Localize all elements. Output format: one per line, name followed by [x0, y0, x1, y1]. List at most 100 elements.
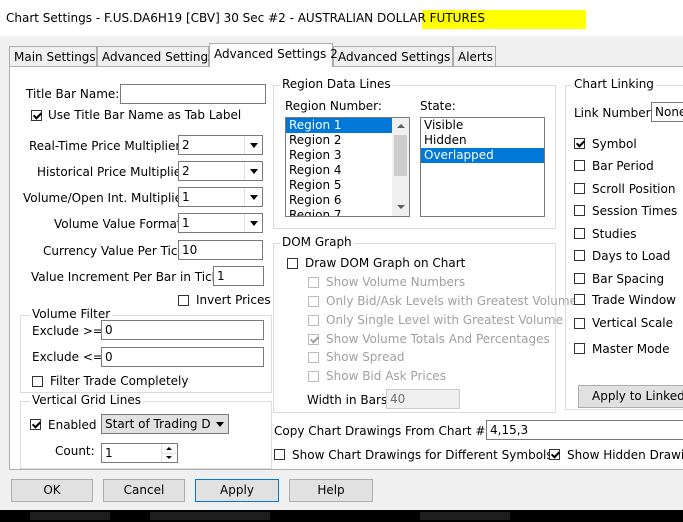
only-bidask-label: Only Bid/Ask Levels with Greatest Volume [326, 294, 577, 308]
different-symbols-label: Show Chart Drawings for Different Symbol… [292, 448, 553, 462]
region-state-label: State: [420, 99, 456, 113]
dom-graph-title: DOM Graph [280, 235, 354, 249]
link-bar-spacing-checkbox[interactable] [574, 273, 585, 284]
cancel-button[interactable]: Cancel [103, 479, 185, 502]
hist-price-multiplier-select[interactable]: 2 [178, 161, 263, 181]
chart-linking-title: Chart Linking [572, 77, 656, 91]
taskbar-segment [150, 512, 270, 520]
title-bar[interactable]: Chart Settings - F.US.DA6H19 [CBV] 30 Se… [0, 0, 683, 36]
tab-main-settings[interactable]: Main Settings [9, 46, 97, 66]
list-item[interactable]: Hidden [421, 133, 544, 148]
tab-alerts[interactable]: Alerts [453, 46, 496, 66]
dom-width-input[interactable]: 40 [386, 389, 460, 409]
list-item[interactable]: Visible [421, 118, 544, 133]
link-studies-label: Studies [592, 227, 637, 241]
link-vertical-scale-checkbox[interactable] [574, 318, 585, 329]
filter-trade-completely-checkbox[interactable] [32, 376, 43, 387]
draw-dom-checkbox[interactable] [287, 258, 298, 269]
list-item[interactable]: Region 6 [286, 193, 409, 208]
link-vertical-scale-label: Vertical Scale [592, 316, 674, 330]
single-level-label: Only Single Level with Greatest Volume [326, 313, 563, 327]
link-days-to-load-checkbox[interactable] [574, 250, 585, 261]
link-days-to-load-label: Days to Load [592, 249, 671, 263]
bid-ask-prices-checkbox[interactable] [308, 371, 319, 382]
value-increment-input[interactable]: 1 [213, 266, 264, 286]
tab-advanced-settings-3[interactable]: Advanced Settings 3 [333, 46, 462, 66]
link-trade-window-checkbox[interactable] [574, 294, 585, 305]
link-bar-period-label: Bar Period [592, 159, 654, 173]
link-symbol-label: Symbol [592, 137, 637, 151]
list-item[interactable]: Region 2 [286, 133, 409, 148]
show-hidden-drawings-checkbox[interactable] [549, 449, 560, 460]
vertical-grid-enabled-checkbox[interactable] [30, 419, 41, 430]
grid-count-stepper[interactable]: 1 [101, 443, 178, 463]
link-trade-window-label: Trade Window [592, 293, 676, 307]
region-number-list[interactable]: Region 1 Region 2 Region 3 Region 4 Regi… [285, 117, 410, 217]
link-session-times-label: Session Times [592, 204, 678, 218]
exclude-ge-input[interactable]: 0 [101, 320, 264, 340]
tab-advanced-settings-2[interactable]: Advanced Settings 2 [209, 43, 338, 67]
link-master-mode-checkbox[interactable] [574, 343, 585, 354]
spinner-icon[interactable] [161, 444, 177, 462]
show-volume-numbers-label: Show Volume Numbers [326, 275, 466, 289]
list-item[interactable]: Region 4 [286, 163, 409, 178]
link-master-mode-label: Master Mode [592, 342, 670, 356]
copy-drawings-input[interactable]: 4,15,3 [486, 420, 683, 440]
list-item[interactable]: Region 5 [286, 178, 409, 193]
list-item[interactable]: Overlapped [421, 148, 544, 163]
only-bidask-checkbox[interactable] [308, 296, 319, 307]
chevron-down-icon [244, 136, 262, 154]
chevron-down-icon [211, 415, 228, 433]
chart-settings-dialog: Chart Settings - F.US.DA6H19 [CBV] 30 Se… [0, 0, 683, 510]
apply-button[interactable]: Apply [195, 479, 279, 502]
tab-advanced-settings[interactable]: Advanced Settings [97, 46, 214, 66]
vertical-grid-mode-select[interactable]: Start of Trading Day [101, 414, 229, 434]
chevron-down-icon [244, 162, 262, 180]
link-session-times-checkbox[interactable] [574, 205, 585, 216]
grid-count-label: Count: [55, 444, 95, 458]
region-state-list[interactable]: Visible Hidden Overlapped [420, 117, 545, 217]
list-item[interactable]: Region 1 [286, 118, 409, 133]
scroll-down-icon[interactable] [392, 199, 409, 216]
single-level-checkbox[interactable] [308, 315, 319, 326]
currency-per-tick-input[interactable]: 10 [178, 240, 263, 260]
apply-linked-button[interactable]: Apply to Linked C [578, 385, 683, 408]
region-list-scrollbar[interactable] [392, 118, 409, 216]
vol-oi-multiplier-select[interactable]: 1 [178, 187, 263, 207]
link-number-select[interactable]: None [651, 102, 683, 122]
ok-button[interactable]: OK [11, 479, 93, 502]
show-spread-checkbox[interactable] [308, 352, 319, 363]
scroll-up-icon[interactable] [392, 118, 409, 135]
volume-value-format-select[interactable]: 1 [178, 213, 263, 233]
use-title-as-tab-label: Use Title Bar Name as Tab Label [48, 108, 242, 122]
chevron-down-icon [244, 214, 262, 232]
list-item[interactable]: Region 7 [286, 208, 409, 216]
volume-totals-checkbox[interactable] [308, 334, 319, 345]
help-button[interactable]: Help [289, 479, 373, 502]
scroll-thumb[interactable] [394, 135, 407, 176]
hist-price-multiplier-label: Historical Price Multiplier: [37, 165, 190, 179]
list-item[interactable]: Region 3 [286, 148, 409, 163]
tab-panel: Title Bar Name: Use Title Bar Name as Ta… [9, 66, 683, 470]
invert-prices-checkbox[interactable] [178, 295, 189, 306]
show-volume-numbers-checkbox[interactable] [308, 277, 319, 288]
use-title-as-tab-checkbox[interactable] [31, 110, 42, 121]
link-studies-checkbox[interactable] [574, 228, 585, 239]
volume-value-format-value: 1 [182, 216, 190, 230]
vertical-grid-title: Vertical Grid Lines [30, 393, 143, 407]
window-title: Chart Settings - F.US.DA6H19 [CBV] 30 Se… [6, 11, 485, 25]
link-bar-spacing-label: Bar Spacing [592, 272, 665, 286]
show-spread-label: Show Spread [326, 350, 405, 364]
link-scroll-position-checkbox[interactable] [574, 183, 585, 194]
link-symbol-checkbox[interactable] [574, 138, 585, 149]
link-scroll-position-label: Scroll Position [592, 182, 676, 196]
title-bar-name-input[interactable] [120, 84, 266, 104]
different-symbols-checkbox[interactable] [274, 449, 285, 460]
title-bar-name-label: Title Bar Name: [26, 87, 120, 101]
link-bar-period-checkbox[interactable] [574, 160, 585, 171]
volume-filter-title: Volume Filter [30, 307, 113, 321]
rt-price-multiplier-select[interactable]: 2 [178, 135, 263, 155]
currency-per-tick-label: Currency Value Per Tick: [43, 244, 189, 258]
exclude-le-input[interactable]: 0 [101, 347, 264, 367]
bid-ask-prices-label: Show Bid Ask Prices [326, 369, 446, 383]
